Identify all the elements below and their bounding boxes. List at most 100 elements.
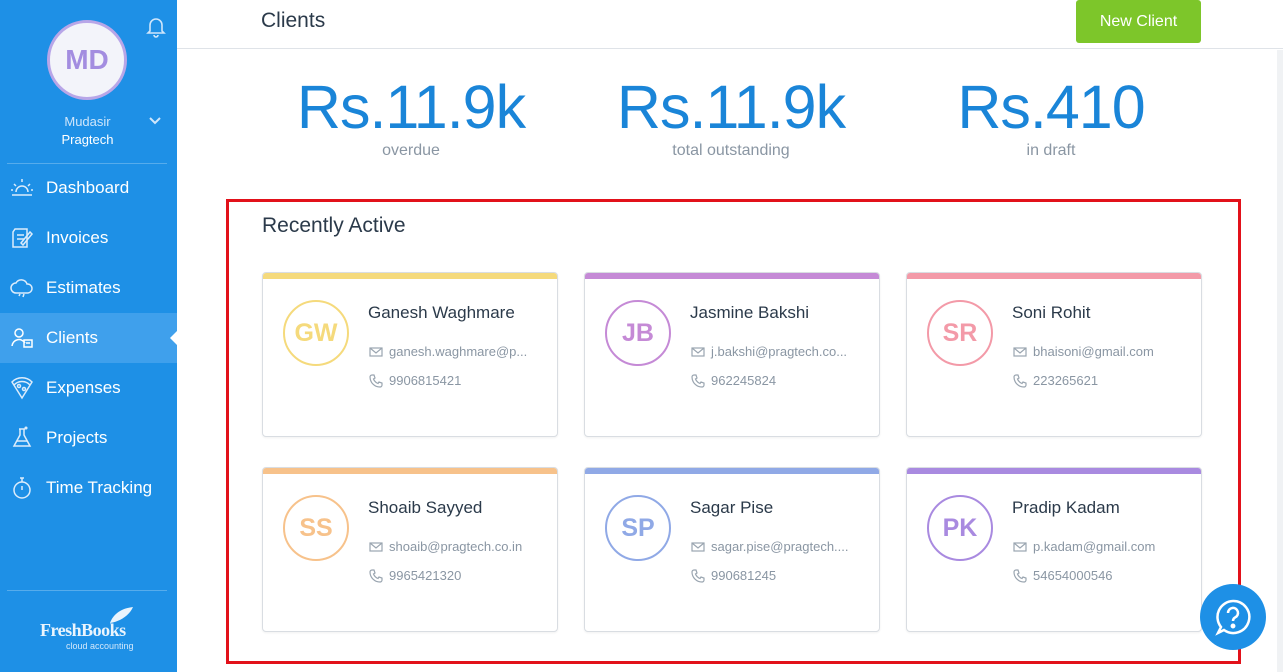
client-email-row[interactable]: shoaib@pragtech.co.in <box>369 539 539 554</box>
notification-bell-icon[interactable] <box>146 16 166 38</box>
section-title-recently-active: Recently Active <box>262 214 406 237</box>
estimate-icon <box>10 279 33 298</box>
nav-label-expenses: Expenses <box>46 378 121 397</box>
phone-icon <box>691 373 705 388</box>
client-card[interactable]: GW Ganesh Waghmare ganesh.waghmare@p... … <box>262 272 558 437</box>
nav-label-projects: Projects <box>46 428 108 447</box>
nav-item-invoices[interactable]: Invoices <box>0 213 177 263</box>
envelope-icon <box>1013 541 1027 552</box>
client-phone: 223265621 <box>1033 373 1099 388</box>
client-email: j.bakshi@pragtech.co... <box>711 344 848 359</box>
client-name[interactable]: Jasmine Bakshi <box>690 303 809 323</box>
client-card[interactable]: PK Pradip Kadam p.kadam@gmail.com 546540… <box>906 467 1202 632</box>
logo-wordmark: FreshBooks <box>40 620 126 640</box>
projects-icon <box>12 426 32 447</box>
invoice-icon <box>12 228 34 248</box>
stopwatch-icon <box>13 477 31 499</box>
client-avatar: JB <box>605 300 671 366</box>
user-organization: Pragtech <box>61 132 114 147</box>
scrollbar[interactable] <box>1277 50 1283 672</box>
client-card[interactable]: JB Jasmine Bakshi j.bakshi@pragtech.co..… <box>584 272 880 437</box>
client-phone: 54654000546 <box>1033 568 1113 583</box>
stat-in-draft[interactable]: Rs.410 in draft <box>891 72 1211 160</box>
client-name[interactable]: Soni Rohit <box>1012 303 1090 323</box>
stat-value: Rs.11.9k <box>296 73 526 141</box>
client-card[interactable]: SR Soni Rohit bhaisoni@gmail.com 2232656… <box>906 272 1202 437</box>
phone-icon <box>691 568 705 583</box>
client-name[interactable]: Sagar Pise <box>690 498 773 518</box>
card-accent-bar <box>263 273 557 279</box>
envelope-icon <box>691 541 705 552</box>
client-phone-row[interactable]: 9906815421 <box>369 373 461 388</box>
client-avatar: SS <box>283 495 349 561</box>
envelope-icon <box>691 346 705 357</box>
client-email-row[interactable]: p.kadam@gmail.com <box>1013 539 1183 554</box>
phone-icon <box>1013 373 1027 388</box>
client-phone-row[interactable]: 962245824 <box>691 373 776 388</box>
nav-label-time-tracking: Time Tracking <box>46 478 153 497</box>
nav-item-expenses[interactable]: Expenses <box>0 363 177 413</box>
nav-label-estimates: Estimates <box>46 278 121 297</box>
page-title: Clients <box>261 9 326 32</box>
client-avatar: PK <box>927 495 993 561</box>
client-phone: 9965421320 <box>389 568 462 583</box>
phone-icon <box>1013 568 1027 583</box>
nav-item-dashboard[interactable]: Dashboard <box>0 163 177 213</box>
stat-label: overdue <box>382 142 440 159</box>
client-email: bhaisoni@gmail.com <box>1033 344 1154 359</box>
chevron-down-icon[interactable] <box>148 116 162 126</box>
client-phone-row[interactable]: 990681245 <box>691 568 776 583</box>
page-header: Clients New Client <box>177 0 1283 49</box>
client-phone-row[interactable]: 54654000546 <box>1013 568 1113 583</box>
stat-value: Rs.11.9k <box>616 73 846 141</box>
nav-item-projects[interactable]: Projects <box>0 413 177 463</box>
freshbooks-logo[interactable]: FreshBooks cloud accounting <box>40 606 140 654</box>
client-avatar: SR <box>927 300 993 366</box>
nav-label-invoices: Invoices <box>46 228 109 247</box>
client-email-row[interactable]: sagar.pise@pragtech.... <box>691 539 861 554</box>
client-card[interactable]: SS Shoaib Sayyed shoaib@pragtech.co.in 9… <box>262 467 558 632</box>
stat-total-outstanding[interactable]: Rs.11.9k total outstanding <box>571 72 891 160</box>
client-phone-row[interactable]: 223265621 <box>1013 373 1098 388</box>
expenses-icon <box>11 377 33 400</box>
stat-label: total outstanding <box>672 142 790 159</box>
client-name[interactable]: Ganesh Waghmare <box>368 303 515 323</box>
client-card[interactable]: SP Sagar Pise sagar.pise@pragtech.... 99… <box>584 467 880 632</box>
stat-value: Rs.410 <box>957 73 1145 141</box>
client-email: p.kadam@gmail.com <box>1033 539 1156 554</box>
client-phone-row[interactable]: 9965421320 <box>369 568 461 583</box>
main-nav: Dashboard Invoices Estimates Clients Exp… <box>0 163 177 513</box>
stat-overdue[interactable]: Rs.11.9k overdue <box>251 72 571 160</box>
client-email: sagar.pise@pragtech.... <box>711 539 849 554</box>
envelope-icon <box>1013 346 1027 357</box>
sidebar-divider-bottom <box>7 590 167 591</box>
card-accent-bar <box>585 468 879 474</box>
client-email-row[interactable]: bhaisoni@gmail.com <box>1013 344 1183 359</box>
nav-item-clients[interactable]: Clients <box>0 313 177 363</box>
sidebar: MD Mudasir Pragtech Dashboard Invoices E… <box>0 0 177 672</box>
help-question-icon <box>1215 599 1251 636</box>
dashboard-icon <box>11 179 33 196</box>
client-phone: 962245824 <box>711 373 777 388</box>
envelope-icon <box>369 541 383 552</box>
client-email-row[interactable]: ganesh.waghmare@p... <box>369 344 539 359</box>
client-avatar: GW <box>283 300 349 366</box>
clients-icon <box>11 328 33 348</box>
client-phone: 9906815421 <box>389 373 462 388</box>
logo-tagline: cloud accounting <box>66 641 134 651</box>
client-name[interactable]: Pradip Kadam <box>1012 498 1120 518</box>
client-name[interactable]: Shoaib Sayyed <box>368 498 482 518</box>
client-email: shoaib@pragtech.co.in <box>389 539 523 554</box>
user-avatar[interactable]: MD <box>47 20 127 100</box>
nav-item-time-tracking[interactable]: Time Tracking <box>0 463 177 513</box>
nav-label-clients: Clients <box>46 328 98 347</box>
nav-item-estimates[interactable]: Estimates <box>0 263 177 313</box>
new-client-button[interactable]: New Client <box>1076 0 1201 43</box>
card-accent-bar <box>907 273 1201 279</box>
envelope-icon <box>369 346 383 357</box>
phone-icon <box>369 568 383 583</box>
nav-label-dashboard: Dashboard <box>46 178 130 197</box>
client-email-row[interactable]: j.bakshi@pragtech.co... <box>691 344 861 359</box>
help-chat-button[interactable] <box>1200 584 1266 650</box>
card-accent-bar <box>907 468 1201 474</box>
